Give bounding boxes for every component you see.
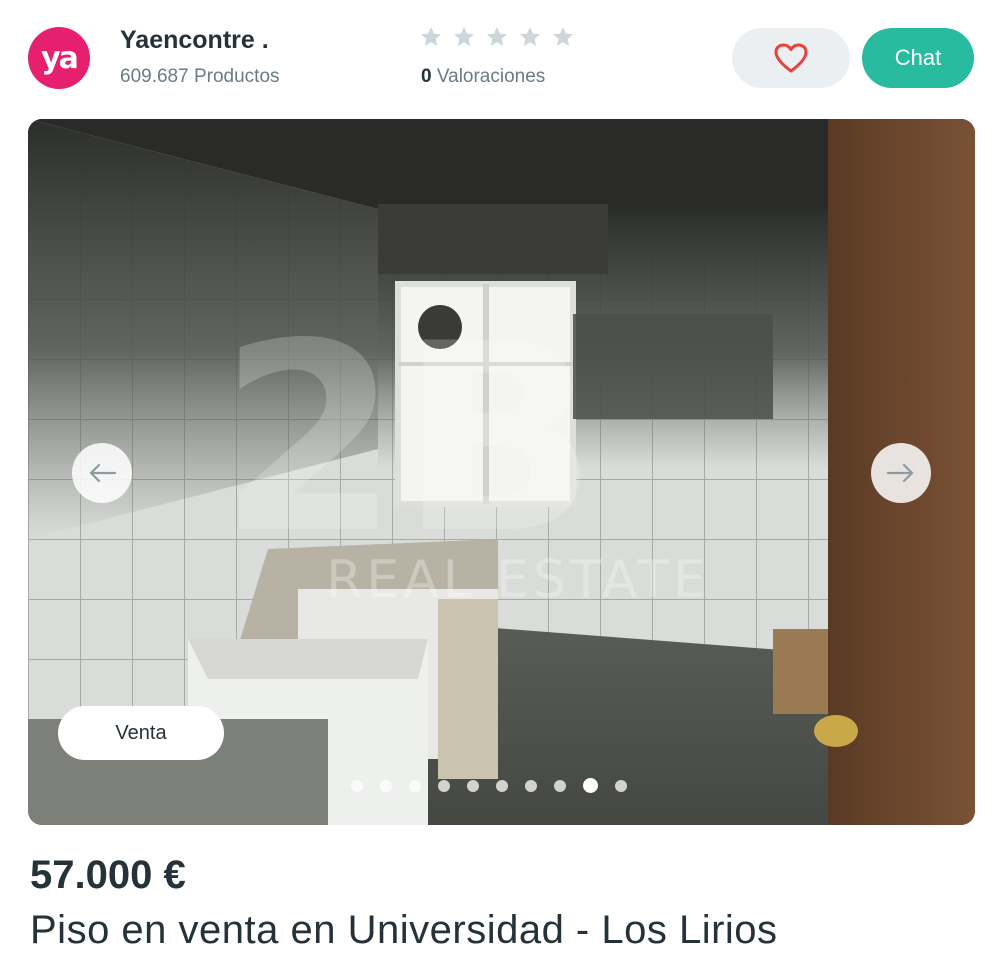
pagination-dot[interactable] [351, 779, 363, 792]
chat-button[interactable]: Chat [862, 28, 974, 88]
listing-price: 57.000 € [30, 853, 186, 897]
previous-image-button[interactable] [72, 443, 132, 503]
star-icon [487, 27, 507, 46]
image-gallery[interactable]: 2B REAL ESTATE Venta [28, 119, 975, 825]
pagination-dot[interactable] [525, 779, 537, 792]
star-icon [454, 27, 474, 46]
ratings-number: 0 [421, 66, 432, 87]
pagination-dot[interactable] [554, 779, 566, 792]
star-icon [421, 27, 441, 46]
star-icon [520, 27, 540, 46]
ratings-label: Valoraciones [436, 66, 546, 87]
arrow-right-icon [886, 463, 914, 483]
seller-name[interactable]: Yaencontre . [120, 26, 269, 55]
listing-title: Piso en venta en Universidad - Los Lirio… [30, 908, 778, 952]
pagination-dot[interactable] [583, 778, 598, 793]
watermark-text: REAL ESTATE [326, 550, 710, 610]
star-icon [553, 27, 573, 46]
ratings-count: 0 Valoraciones [421, 66, 545, 88]
pagination-dot[interactable] [615, 779, 627, 792]
gallery-pagination[interactable] [351, 778, 627, 793]
next-image-button[interactable] [871, 443, 931, 503]
pagination-dot[interactable] [467, 779, 479, 792]
pagination-dot[interactable] [380, 779, 392, 792]
favorite-button[interactable] [732, 28, 850, 88]
pagination-dot[interactable] [409, 779, 421, 792]
listing-type-badge: Venta [58, 706, 224, 760]
arrow-left-icon [89, 463, 117, 483]
watermark-logo: 2B [218, 289, 597, 591]
pagination-dot[interactable] [496, 779, 508, 792]
seller-products-count: 609.687 Productos [120, 66, 280, 87]
heart-icon [774, 43, 808, 73]
pagination-dot[interactable] [438, 779, 450, 792]
seller-avatar[interactable]: ya [28, 27, 90, 89]
rating-stars [419, 25, 575, 49]
